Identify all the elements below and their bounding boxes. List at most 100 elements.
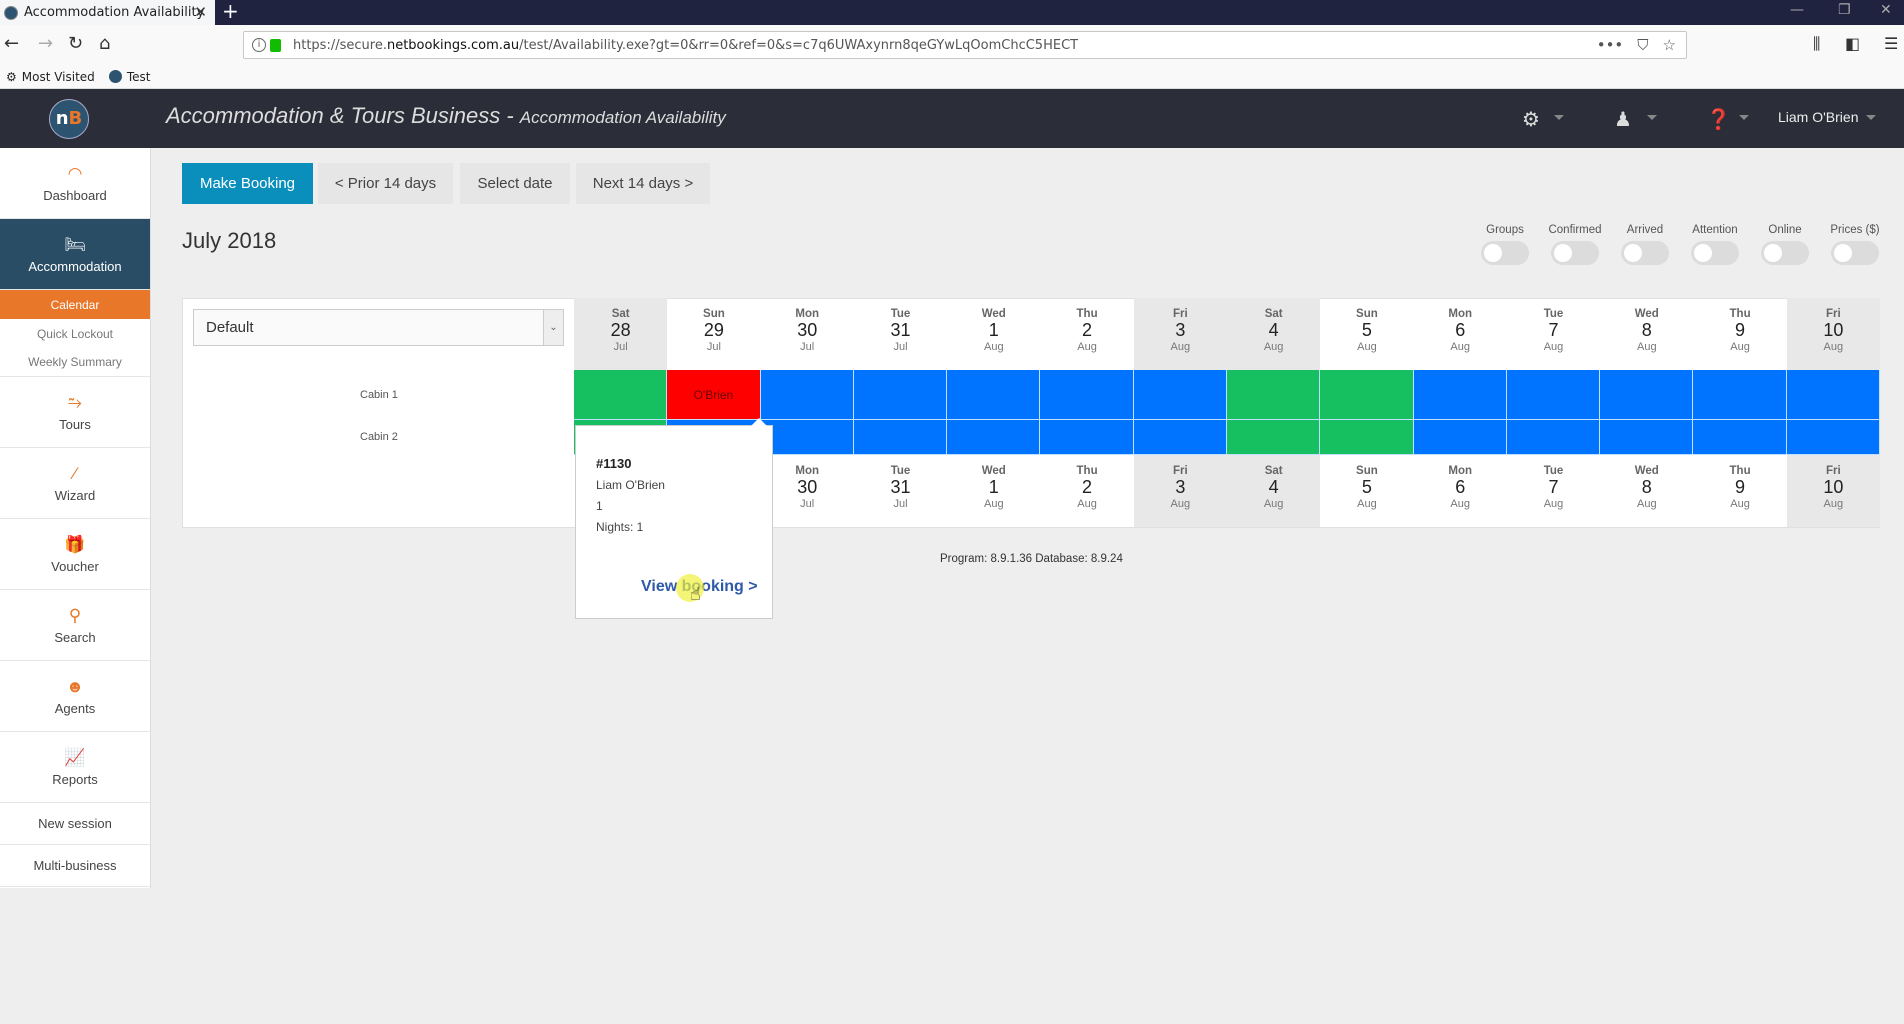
toggle-switch[interactable] <box>1831 241 1879 265</box>
chevron-down-icon[interactable] <box>1866 115 1876 120</box>
availability-cell-avail[interactable] <box>947 420 1041 455</box>
sidebar-subitem-calendar[interactable]: Calendar <box>0 290 150 319</box>
day-header-dm: Aug <box>1450 341 1470 353</box>
toggle-groups[interactable]: Groups <box>1470 224 1540 265</box>
sidebar-item-new-session[interactable]: New session <box>0 803 150 845</box>
sidebar-item-accommodation[interactable]: 🛏 Accommodation <box>0 219 150 290</box>
next-14-days-button[interactable]: Next 14 days > <box>576 163 710 204</box>
day-header-dm: Aug <box>1636 341 1657 353</box>
availability-cell-avail[interactable] <box>1133 370 1227 420</box>
menu-icon[interactable]: ☰ <box>1884 34 1898 53</box>
availability-cell-free[interactable] <box>1320 370 1414 420</box>
toggle-prices[interactable]: Prices ($) <box>1820 224 1890 265</box>
toggle-arrived[interactable]: Arrived <box>1610 224 1680 265</box>
forward-icon[interactable]: → <box>38 33 53 54</box>
availability-cell-avail[interactable] <box>760 370 854 420</box>
day-header-dm: Jul <box>893 498 908 510</box>
restore-icon[interactable]: ❐ <box>1838 2 1851 18</box>
availability-cell-avail[interactable] <box>1506 420 1601 455</box>
sidebar-item-agents[interactable]: ☻ Agents <box>0 661 150 732</box>
day-header-dd: 28 <box>610 320 631 340</box>
availability-cell-avail[interactable] <box>1413 420 1507 455</box>
availability-cell-avail[interactable] <box>1786 420 1880 455</box>
availability-cell-avail[interactable] <box>1133 420 1227 455</box>
sidebar-item-tours[interactable]: ⥲ Tours <box>0 377 150 448</box>
sidebar-item-reports[interactable]: 📈 Reports <box>0 732 150 803</box>
chevron-down-icon[interactable] <box>1554 115 1564 120</box>
availability-cell-free[interactable] <box>574 370 668 420</box>
make-booking-button[interactable]: Make Booking <box>182 163 313 204</box>
close-window-icon[interactable]: ✕ <box>1880 2 1892 18</box>
app-header: nB Accommodation & Tours Business - Acco… <box>0 89 1904 148</box>
chevron-down-icon[interactable]: ⌄ <box>543 310 563 345</box>
home-icon[interactable]: ⌂ <box>99 33 110 54</box>
minimize-icon[interactable]: — <box>1790 2 1804 18</box>
day-header: Mon 30 Jul <box>761 455 854 527</box>
day-header: Thu 2 Aug <box>1040 455 1133 527</box>
logo[interactable]: nB <box>49 99 89 139</box>
room-filter-select[interactable]: Default ⌄ <box>193 309 564 346</box>
availability-cell-avail[interactable] <box>1600 370 1694 420</box>
reload-icon[interactable]: ↻ <box>68 33 83 54</box>
day-header-dn: Sat <box>1264 308 1283 320</box>
day-header: Sun 5 Aug <box>1320 455 1413 527</box>
back-icon[interactable]: ← <box>4 33 19 54</box>
availability-cell-avail[interactable] <box>1693 370 1787 420</box>
toggle-online[interactable]: Online <box>1750 224 1820 265</box>
toggle-switch[interactable] <box>1551 241 1599 265</box>
library-icon[interactable]: ⫼ <box>1813 34 1820 54</box>
day-header-dm: Aug <box>1263 498 1284 510</box>
close-tab-icon[interactable]: ✕ <box>194 3 207 21</box>
availability-cell-avail[interactable] <box>1506 370 1601 420</box>
day-header-dd: 7 <box>1548 477 1559 497</box>
select-date-button[interactable]: Select date <box>460 163 570 204</box>
availability-cell-free[interactable] <box>1227 370 1321 420</box>
sidebar-item-dashboard[interactable]: ◠ Dashboard <box>0 148 150 219</box>
availability-cell-booked[interactable]: O'Brien <box>667 370 761 420</box>
day-header-dm: Aug <box>1823 341 1844 353</box>
day-header-dd: 10 <box>1823 320 1844 340</box>
availability-cell-avail[interactable] <box>1040 420 1134 455</box>
sidebar-item-wizard[interactable]: ⁄ Wizard <box>0 448 150 519</box>
sidebar-item-multi-business[interactable]: Multi-business <box>0 845 150 887</box>
availability-cell-avail[interactable] <box>853 420 948 455</box>
availability-cell-avail[interactable] <box>1786 370 1880 420</box>
browser-tab[interactable]: Accommodation Availability ✕ <box>0 0 215 25</box>
availability-cell-avail[interactable] <box>760 420 854 455</box>
url-bar[interactable]: i https://secure. netbookings.com.au/test… <box>243 31 1687 59</box>
toggle-switch[interactable] <box>1761 241 1809 265</box>
availability-cell-avail[interactable] <box>1600 420 1694 455</box>
star-icon[interactable]: ☆ <box>1663 36 1676 54</box>
sidebar-subitem-quick-lockout[interactable]: Quick Lockout <box>0 319 150 348</box>
more-icon[interactable]: ••• <box>1597 36 1624 54</box>
bookmark-test[interactable]: Test <box>108 70 150 84</box>
availability-cell-avail[interactable] <box>1040 370 1134 420</box>
agent-ninja-icon[interactable]: ♟ <box>1614 107 1632 131</box>
availability-cell-free[interactable] <box>1227 420 1321 455</box>
prior-14-days-button[interactable]: < Prior 14 days <box>318 163 453 204</box>
availability-cell-avail[interactable] <box>947 370 1041 420</box>
info-icon[interactable]: i <box>252 38 266 52</box>
settings-gears-icon[interactable]: ⚙ <box>1522 107 1540 131</box>
day-header-dm: Jul <box>800 341 815 353</box>
help-icon[interactable]: ❓ <box>1706 107 1731 131</box>
toggle-attention[interactable]: Attention <box>1680 224 1750 265</box>
user-menu[interactable]: Liam O'Brien <box>1778 109 1858 125</box>
chevron-down-icon[interactable] <box>1739 115 1749 120</box>
sidebar-subitem-weekly-summary[interactable]: Weekly Summary <box>0 348 150 377</box>
availability-cell-avail[interactable] <box>1413 370 1507 420</box>
pocket-icon[interactable]: ⛉ <box>1637 36 1648 54</box>
toggle-switch[interactable] <box>1621 241 1669 265</box>
bookmark-most-visited[interactable]: ⚙ Most Visited <box>6 70 95 84</box>
new-tab-icon[interactable]: + <box>222 0 239 22</box>
availability-cell-avail[interactable] <box>853 370 948 420</box>
toggle-confirmed[interactable]: Confirmed <box>1540 224 1610 265</box>
toggle-switch[interactable] <box>1481 241 1529 265</box>
availability-cell-avail[interactable] <box>1693 420 1787 455</box>
sidebar-toggle-icon[interactable]: ◧ <box>1845 34 1860 53</box>
sidebar-item-search[interactable]: ⚲ Search <box>0 590 150 661</box>
toggle-switch[interactable] <box>1691 241 1739 265</box>
chevron-down-icon[interactable] <box>1647 115 1657 120</box>
availability-cell-free[interactable] <box>1320 420 1414 455</box>
sidebar-item-voucher[interactable]: 🎁 Voucher <box>0 519 150 590</box>
